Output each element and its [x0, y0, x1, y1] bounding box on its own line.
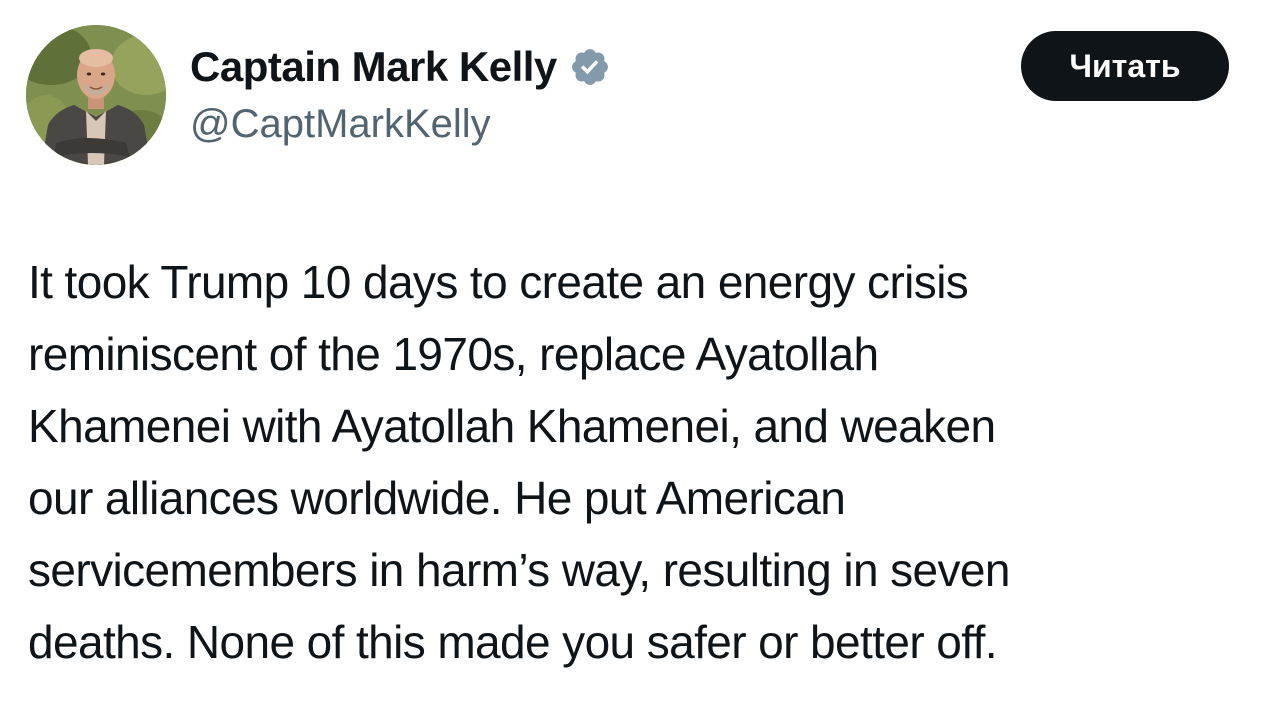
tweet-text-line: reminiscent of the 1970s, replace Ayatol… — [28, 328, 879, 380]
tweet-text-line: Khamenei with Ayatollah Khamenei, and we… — [28, 400, 996, 452]
verified-badge-icon — [571, 49, 608, 85]
name-row: Captain Mark Kelly — [190, 40, 611, 94]
author-handle[interactable]: @CaptMarkKelly — [190, 102, 611, 147]
tweet-text: It took Trump 10 days to create an energ… — [28, 246, 1252, 678]
profile-photo-icon — [26, 25, 166, 165]
tweet-text-line: servicemembers in harm’s way, resulting … — [28, 544, 1010, 596]
author-avatar[interactable] — [26, 25, 166, 165]
author-info: Captain Mark Kelly @CaptMarkKelly — [190, 40, 611, 147]
author-display-name[interactable]: Captain Mark Kelly — [190, 43, 557, 91]
follow-button[interactable]: Читать — [1021, 31, 1229, 101]
tweet-text-line: deaths. None of this made you safer or b… — [28, 616, 998, 668]
tweet-card: Captain Mark Kelly @CaptMarkKelly Читать… — [0, 0, 1280, 707]
tweet-text-line: our alliances worldwide. He put American — [28, 472, 846, 524]
tweet-text-line: It took Trump 10 days to create an energ… — [28, 256, 969, 308]
